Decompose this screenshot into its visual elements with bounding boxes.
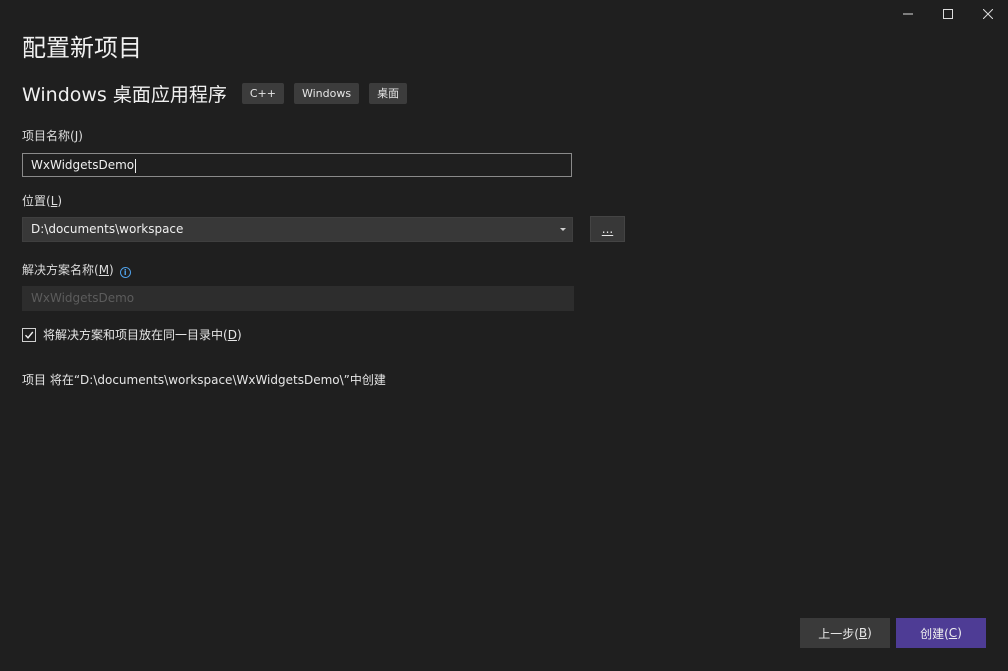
text-caret	[135, 158, 137, 173]
minimize-icon[interactable]	[888, 0, 928, 28]
tag-language: C++	[241, 83, 284, 104]
solution-name-input: WxWidgetsDemo	[22, 286, 574, 311]
maximize-icon[interactable]	[928, 0, 968, 28]
project-name-value: WxWidgetsDemo	[31, 158, 135, 172]
template-header: Windows 桌面应用程序 C++ Windows 桌面	[22, 80, 417, 107]
chevron-down-icon[interactable]	[560, 228, 566, 231]
create-button[interactable]: 创建(C)	[896, 618, 986, 648]
project-name-input[interactable]: WxWidgetsDemo	[22, 153, 572, 177]
solution-name-value: WxWidgetsDemo	[31, 291, 135, 305]
browse-button[interactable]: ...	[590, 216, 625, 242]
close-icon[interactable]	[968, 0, 1008, 28]
creation-path-summary: 项目 将在“D:\documents\workspace\WxWidgetsDe…	[22, 373, 386, 387]
location-value: D:\documents\workspace	[31, 222, 184, 236]
same-directory-option[interactable]: 将解决方案和项目放在同一目录中(D)	[22, 326, 242, 343]
checkmark-icon	[24, 331, 34, 339]
template-name: Windows 桌面应用程序	[22, 84, 227, 106]
location-combobox[interactable]: D:\documents\workspace	[22, 217, 573, 242]
solution-name-label: 解决方案名称(M) i	[22, 261, 131, 278]
window-controls	[888, 0, 1008, 28]
same-directory-checkbox[interactable]	[22, 327, 36, 342]
location-label: 位置(L)	[22, 194, 63, 208]
page-title: 配置新项目	[22, 34, 142, 62]
same-directory-label: 将解决方案和项目放在同一目录中(D)	[43, 328, 242, 342]
info-icon[interactable]: i	[119, 267, 131, 278]
tag-platform: Windows	[293, 83, 360, 104]
browse-button-label: ...	[601, 222, 614, 236]
back-button[interactable]: 上一步(B)	[800, 618, 890, 648]
project-name-label: 项目名称(J)	[22, 129, 83, 143]
configure-project-dialog: 配置新项目 Windows 桌面应用程序 C++ Windows 桌面 项目名称…	[0, 0, 1008, 671]
tag-project-type: 桌面	[369, 83, 408, 104]
